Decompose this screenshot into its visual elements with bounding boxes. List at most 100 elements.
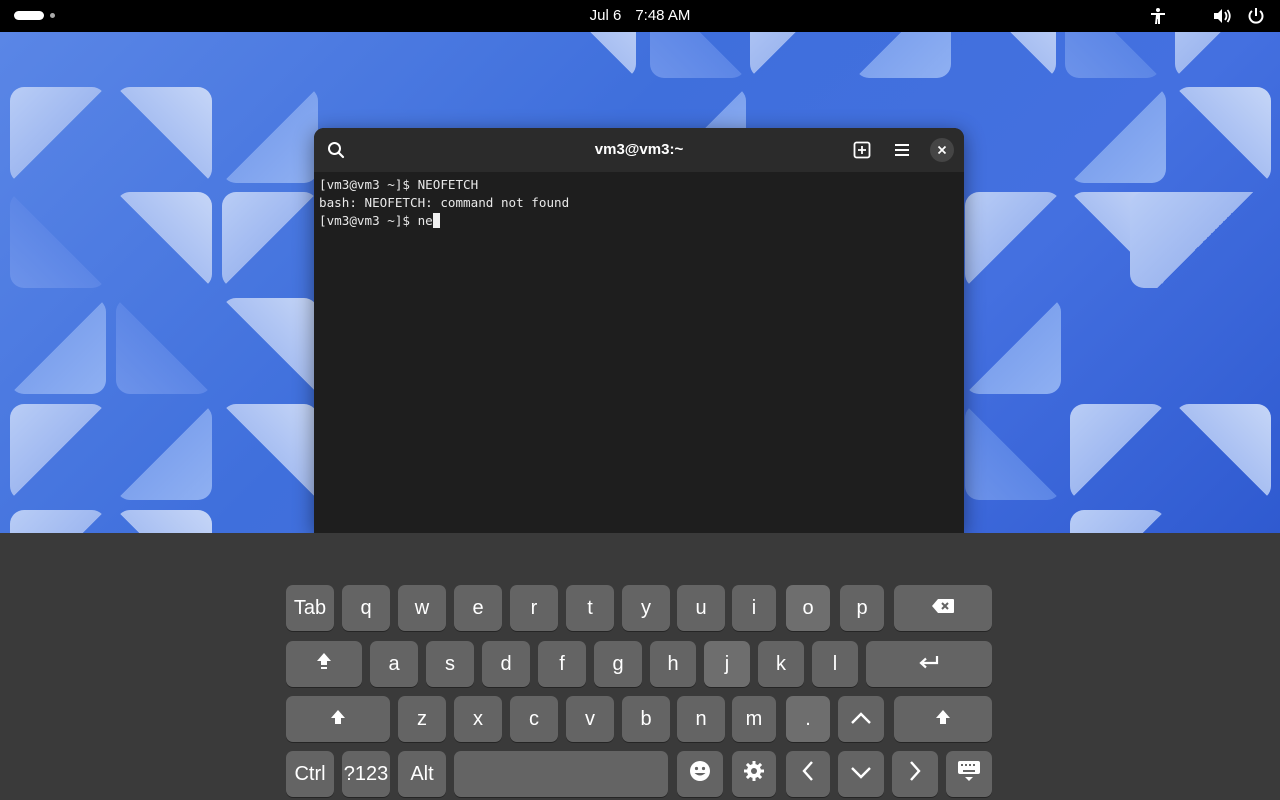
key-k[interactable]: k [758, 641, 804, 687]
terminal-line: bash: NEOFETCH: command not found [319, 195, 570, 210]
key-i[interactable]: i [732, 585, 776, 631]
key-s[interactable]: s [426, 641, 474, 687]
key-up[interactable] [838, 696, 884, 742]
key-shift-left[interactable] [286, 641, 362, 687]
wallpaper-shape [1175, 32, 1271, 78]
key-z[interactable]: z [398, 696, 446, 742]
shift-icon [935, 708, 951, 731]
wallpaper-shape [965, 298, 1061, 394]
key-left[interactable] [786, 751, 830, 797]
wallpaper-shape [222, 192, 318, 288]
wallpaper-shape [10, 404, 106, 500]
wallpaper-shape [960, 32, 1056, 78]
terminal-output[interactable]: [vm3@vm3 ~]$ NEOFETCH bash: NEOFETCH: com… [319, 176, 959, 533]
close-icon[interactable] [930, 138, 954, 162]
new-tab-icon[interactable] [850, 138, 874, 162]
wallpaper-shape [10, 87, 106, 183]
key-u[interactable]: u [677, 585, 725, 631]
key-d[interactable]: d [482, 641, 530, 687]
left-arrow-icon [801, 760, 815, 788]
wallpaper-shape [1065, 32, 1161, 78]
key-backspace[interactable] [894, 585, 992, 631]
key-c[interactable]: c [510, 696, 558, 742]
date-label: Jul 6 [589, 7, 622, 24]
wallpaper-shape [116, 404, 212, 500]
wallpaper-shape [750, 32, 846, 78]
key-j[interactable]: j [704, 641, 750, 687]
key-hide-keyboard[interactable] [946, 751, 992, 797]
key-shift-right[interactable] [894, 696, 992, 742]
wallpaper-shape [1175, 404, 1271, 500]
key-emoji[interactable] [677, 751, 723, 797]
volume-icon[interactable] [1212, 6, 1232, 26]
terminal-window[interactable]: vm3@vm3:~ [vm3@vm3 ~]$ NEOFETCH bash: NEO… [314, 128, 964, 533]
terminal-line: [vm3@vm3 ~]$ NEOFETCH [319, 177, 479, 192]
terminal-prompt-line: [vm3@vm3 ~]$ ne [319, 212, 959, 230]
wallpaper-shape [10, 298, 106, 394]
top-bar: Jul 6 7:48 AM [0, 0, 1280, 32]
wallpaper-shape [1130, 192, 1280, 288]
key-h[interactable]: h [650, 641, 696, 687]
key-g[interactable]: g [594, 641, 642, 687]
wallpaper-shape [1070, 404, 1166, 500]
system-tray[interactable] [1148, 6, 1266, 26]
key-n[interactable]: n [677, 696, 725, 742]
wallpaper-shape [965, 404, 1061, 500]
wallpaper-shape [222, 298, 318, 394]
key-period[interactable]: . [786, 696, 830, 742]
key-space[interactable] [454, 751, 668, 797]
key-p[interactable]: p [840, 585, 884, 631]
wallpaper-shape [1070, 87, 1166, 183]
key-down[interactable] [838, 751, 884, 797]
key-right[interactable] [892, 751, 938, 797]
key-l[interactable]: l [812, 641, 858, 687]
backspace-icon [931, 597, 955, 620]
key-shift-left-2[interactable] [286, 696, 390, 742]
key-v[interactable]: v [566, 696, 614, 742]
key-r[interactable]: r [510, 585, 558, 631]
wallpaper-shape [855, 32, 951, 78]
key-y[interactable]: y [622, 585, 670, 631]
on-screen-keyboard: Tab q w e r t y u i o p a s d f g h j k … [0, 533, 1280, 800]
wallpaper-shape [965, 192, 1061, 288]
wallpaper-shape [1070, 510, 1166, 533]
up-arrow-icon [850, 708, 872, 731]
shift-icon [316, 652, 332, 676]
key-m[interactable]: m [732, 696, 776, 742]
wallpaper-shape [650, 32, 746, 78]
menu-icon[interactable] [890, 138, 914, 162]
terminal-line: [vm3@vm3 ~]$ ne [319, 213, 433, 228]
terminal-headerbar[interactable]: vm3@vm3:~ [314, 128, 964, 172]
text-cursor [432, 213, 440, 228]
key-alt[interactable]: Alt [398, 751, 446, 797]
key-b[interactable]: b [622, 696, 670, 742]
power-icon[interactable] [1246, 6, 1266, 26]
clock[interactable]: Jul 6 7:48 AM [0, 0, 1280, 32]
wallpaper-shape [10, 192, 106, 288]
key-t[interactable]: t [566, 585, 614, 631]
key-enter[interactable] [866, 641, 992, 687]
wallpaper-shape [116, 510, 212, 533]
key-o[interactable]: o [786, 585, 830, 631]
time-label: 7:48 AM [635, 7, 691, 24]
wallpaper-shape [116, 192, 212, 288]
hide-keyboard-icon [957, 760, 981, 788]
accessibility-icon[interactable] [1148, 6, 1168, 26]
key-ctrl[interactable]: Ctrl [286, 751, 334, 797]
key-tab[interactable]: Tab [286, 585, 334, 631]
wallpaper-shape [116, 298, 212, 394]
wallpaper-shape [10, 510, 106, 533]
right-arrow-icon [908, 760, 922, 788]
key-symbols[interactable]: ?123 [342, 751, 390, 797]
key-e[interactable]: e [454, 585, 502, 631]
key-x[interactable]: x [454, 696, 502, 742]
down-arrow-icon [850, 763, 872, 786]
key-q[interactable]: q [342, 585, 390, 631]
wallpaper-shape [116, 87, 212, 183]
key-f[interactable]: f [538, 641, 586, 687]
key-a[interactable]: a [370, 641, 418, 687]
key-w[interactable]: w [398, 585, 446, 631]
wallpaper-shape [222, 404, 318, 500]
key-settings[interactable] [732, 751, 776, 797]
settings-icon [743, 760, 765, 788]
